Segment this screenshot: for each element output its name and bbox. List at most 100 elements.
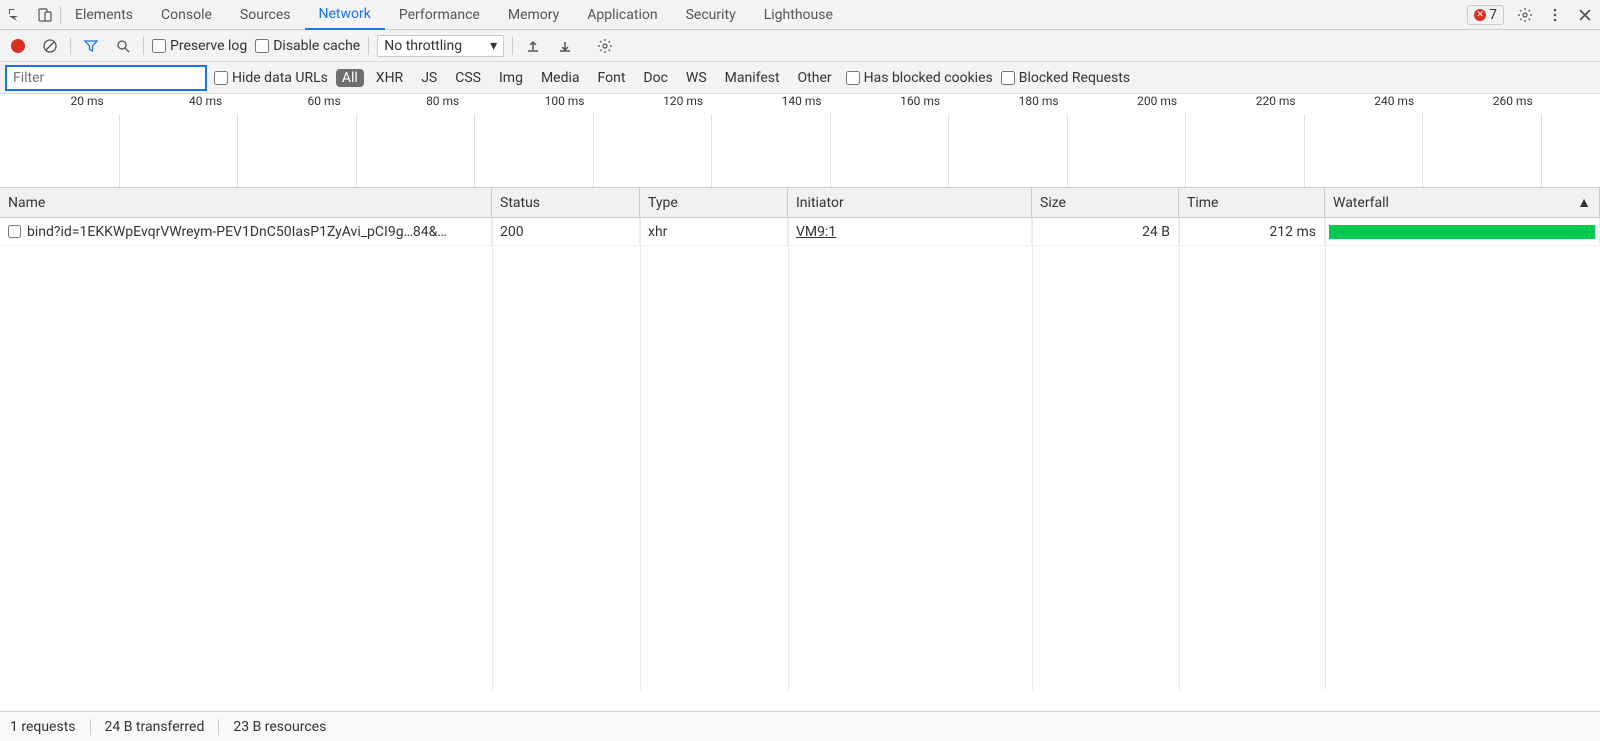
record-button[interactable] bbox=[6, 34, 30, 58]
devtools-tab-bar: ElementsConsoleSourcesNetworkPerformance… bbox=[0, 0, 1600, 30]
has-blocked-cookies-label: Has blocked cookies bbox=[864, 70, 993, 86]
preserve-log-checkbox[interactable]: Preserve log bbox=[152, 38, 247, 54]
timeline-tick: 220 ms bbox=[1256, 94, 1296, 108]
has-blocked-cookies-checkbox[interactable]: Has blocked cookies bbox=[846, 70, 993, 86]
disable-cache-checkbox[interactable]: Disable cache bbox=[255, 38, 360, 54]
cell-name: bind?id=1EKKWpEvqrVWreym-PEV1DnC50IasP1Z… bbox=[0, 218, 492, 245]
tab-sources[interactable]: Sources bbox=[226, 0, 305, 30]
timeline-tick: 160 ms bbox=[900, 94, 940, 108]
filter-chip-doc[interactable]: Doc bbox=[637, 69, 674, 87]
cell-status: 200 bbox=[492, 218, 640, 245]
col-header-size[interactable]: Size bbox=[1032, 188, 1179, 217]
filter-chip-all[interactable]: All bbox=[336, 69, 364, 87]
hide-data-urls-checkbox[interactable]: Hide data URLs bbox=[214, 70, 328, 86]
col-header-name[interactable]: Name bbox=[0, 188, 492, 217]
clear-log-icon[interactable] bbox=[38, 34, 62, 58]
col-header-type[interactable]: Type bbox=[640, 188, 788, 217]
filter-input[interactable] bbox=[6, 66, 206, 90]
divider bbox=[70, 37, 71, 55]
filter-chip-ws[interactable]: WS bbox=[680, 69, 713, 87]
tab-elements[interactable]: Elements bbox=[61, 0, 147, 30]
timeline-tick: 180 ms bbox=[1019, 94, 1059, 108]
col-header-time[interactable]: Time bbox=[1179, 188, 1325, 217]
filter-chip-manifest[interactable]: Manifest bbox=[719, 69, 786, 87]
download-har-icon[interactable] bbox=[553, 34, 577, 58]
tab-console[interactable]: Console bbox=[147, 0, 226, 30]
col-header-initiator[interactable]: Initiator bbox=[788, 188, 1032, 217]
requests-table-header: Name Status Type Initiator Size Time Wat… bbox=[0, 188, 1600, 218]
tab-network[interactable]: Network bbox=[305, 0, 385, 30]
table-row[interactable]: bind?id=1EKKWpEvqrVWreym-PEV1DnC50IasP1Z… bbox=[0, 218, 1600, 246]
tab-security[interactable]: Security bbox=[672, 0, 750, 30]
network-toolbar: Preserve log Disable cache No throttling… bbox=[0, 30, 1600, 62]
requests-table-body: bind?id=1EKKWpEvqrVWreym-PEV1DnC50IasP1Z… bbox=[0, 218, 1600, 690]
timeline-gridline bbox=[1541, 114, 1542, 187]
upload-har-icon[interactable] bbox=[521, 34, 545, 58]
row-checkbox[interactable] bbox=[8, 225, 21, 238]
timeline-tick: 240 ms bbox=[1374, 94, 1414, 108]
status-footer: 1 requests 24 B transferred 23 B resourc… bbox=[0, 711, 1600, 741]
disable-cache-label: Disable cache bbox=[273, 38, 360, 54]
timeline-gridline bbox=[593, 114, 594, 187]
cell-waterfall bbox=[1325, 218, 1600, 245]
preserve-log-label: Preserve log bbox=[170, 38, 247, 54]
throttling-select[interactable]: No throttling ▾ bbox=[377, 35, 504, 57]
timeline-tick: 20 ms bbox=[71, 94, 104, 108]
filter-chip-xhr[interactable]: XHR bbox=[370, 69, 409, 87]
footer-transferred: 24 B transferred bbox=[105, 719, 220, 735]
tab-lighthouse[interactable]: Lighthouse bbox=[750, 0, 847, 30]
cell-size: 24 B bbox=[1032, 218, 1179, 245]
chevron-down-icon: ▾ bbox=[490, 38, 497, 54]
filter-chip-media[interactable]: Media bbox=[535, 69, 586, 87]
blocked-requests-checkbox[interactable]: Blocked Requests bbox=[1001, 70, 1130, 86]
col-header-waterfall[interactable]: Waterfall ▲ bbox=[1325, 188, 1600, 217]
timeline-tick: 60 ms bbox=[308, 94, 341, 108]
sort-asc-icon: ▲ bbox=[1577, 194, 1591, 211]
network-settings-gear-icon[interactable] bbox=[593, 34, 617, 58]
inspect-element-icon[interactable] bbox=[0, 0, 30, 30]
timeline-tick: 200 ms bbox=[1137, 94, 1177, 108]
filter-chip-css[interactable]: CSS bbox=[449, 69, 487, 87]
error-count-badge[interactable]: ✕ 7 bbox=[1467, 5, 1504, 25]
footer-resources: 23 B resources bbox=[233, 719, 326, 735]
filter-row: Hide data URLs All XHR JS CSS Img Media Font Do… bbox=[0, 62, 1600, 94]
settings-gear-icon[interactable] bbox=[1510, 0, 1540, 30]
cell-type: xhr bbox=[640, 218, 788, 245]
timeline-tick: 40 ms bbox=[189, 94, 222, 108]
cell-time: 212 ms bbox=[1179, 218, 1325, 245]
timeline-gridline bbox=[119, 114, 120, 187]
tab-performance[interactable]: Performance bbox=[385, 0, 494, 30]
divider bbox=[368, 37, 369, 55]
hide-data-urls-label: Hide data URLs bbox=[232, 70, 328, 86]
col-header-status[interactable]: Status bbox=[492, 188, 640, 217]
timeline-gridline bbox=[356, 114, 357, 187]
timeline-tick: 140 ms bbox=[782, 94, 822, 108]
timeline-tick: 260 ms bbox=[1493, 94, 1533, 108]
timeline-gridline bbox=[1067, 114, 1068, 187]
cell-initiator: VM9:1 bbox=[788, 218, 1032, 245]
timeline-gridline bbox=[474, 114, 475, 187]
initiator-link[interactable]: VM9:1 bbox=[796, 224, 836, 240]
timeline-overview[interactable]: 20 ms40 ms60 ms80 ms100 ms120 ms140 ms16… bbox=[0, 94, 1600, 188]
timeline-tick: 80 ms bbox=[426, 94, 459, 108]
timeline-gridline bbox=[948, 114, 949, 187]
tab-application[interactable]: Application bbox=[573, 0, 671, 30]
device-toolbar-icon[interactable] bbox=[30, 0, 60, 30]
more-menu-icon[interactable] bbox=[1540, 0, 1570, 30]
filter-chip-font[interactable]: Font bbox=[592, 69, 632, 87]
filter-toggle-icon[interactable] bbox=[79, 34, 103, 58]
error-count: 7 bbox=[1489, 7, 1497, 23]
throttling-label: No throttling bbox=[384, 38, 462, 54]
timeline-gridline bbox=[237, 114, 238, 187]
filter-chip-other[interactable]: Other bbox=[792, 69, 838, 87]
tab-memory[interactable]: Memory bbox=[494, 0, 573, 30]
waterfall-bar bbox=[1329, 225, 1595, 239]
timeline-gridline bbox=[711, 114, 712, 187]
search-icon[interactable] bbox=[111, 34, 135, 58]
timeline-tick: 120 ms bbox=[663, 94, 703, 108]
filter-chip-js[interactable]: JS bbox=[415, 69, 443, 87]
filter-chip-img[interactable]: Img bbox=[493, 69, 529, 87]
timeline-gridline bbox=[1304, 114, 1305, 187]
close-devtools-icon[interactable] bbox=[1570, 0, 1600, 30]
timeline-gridline bbox=[830, 114, 831, 187]
